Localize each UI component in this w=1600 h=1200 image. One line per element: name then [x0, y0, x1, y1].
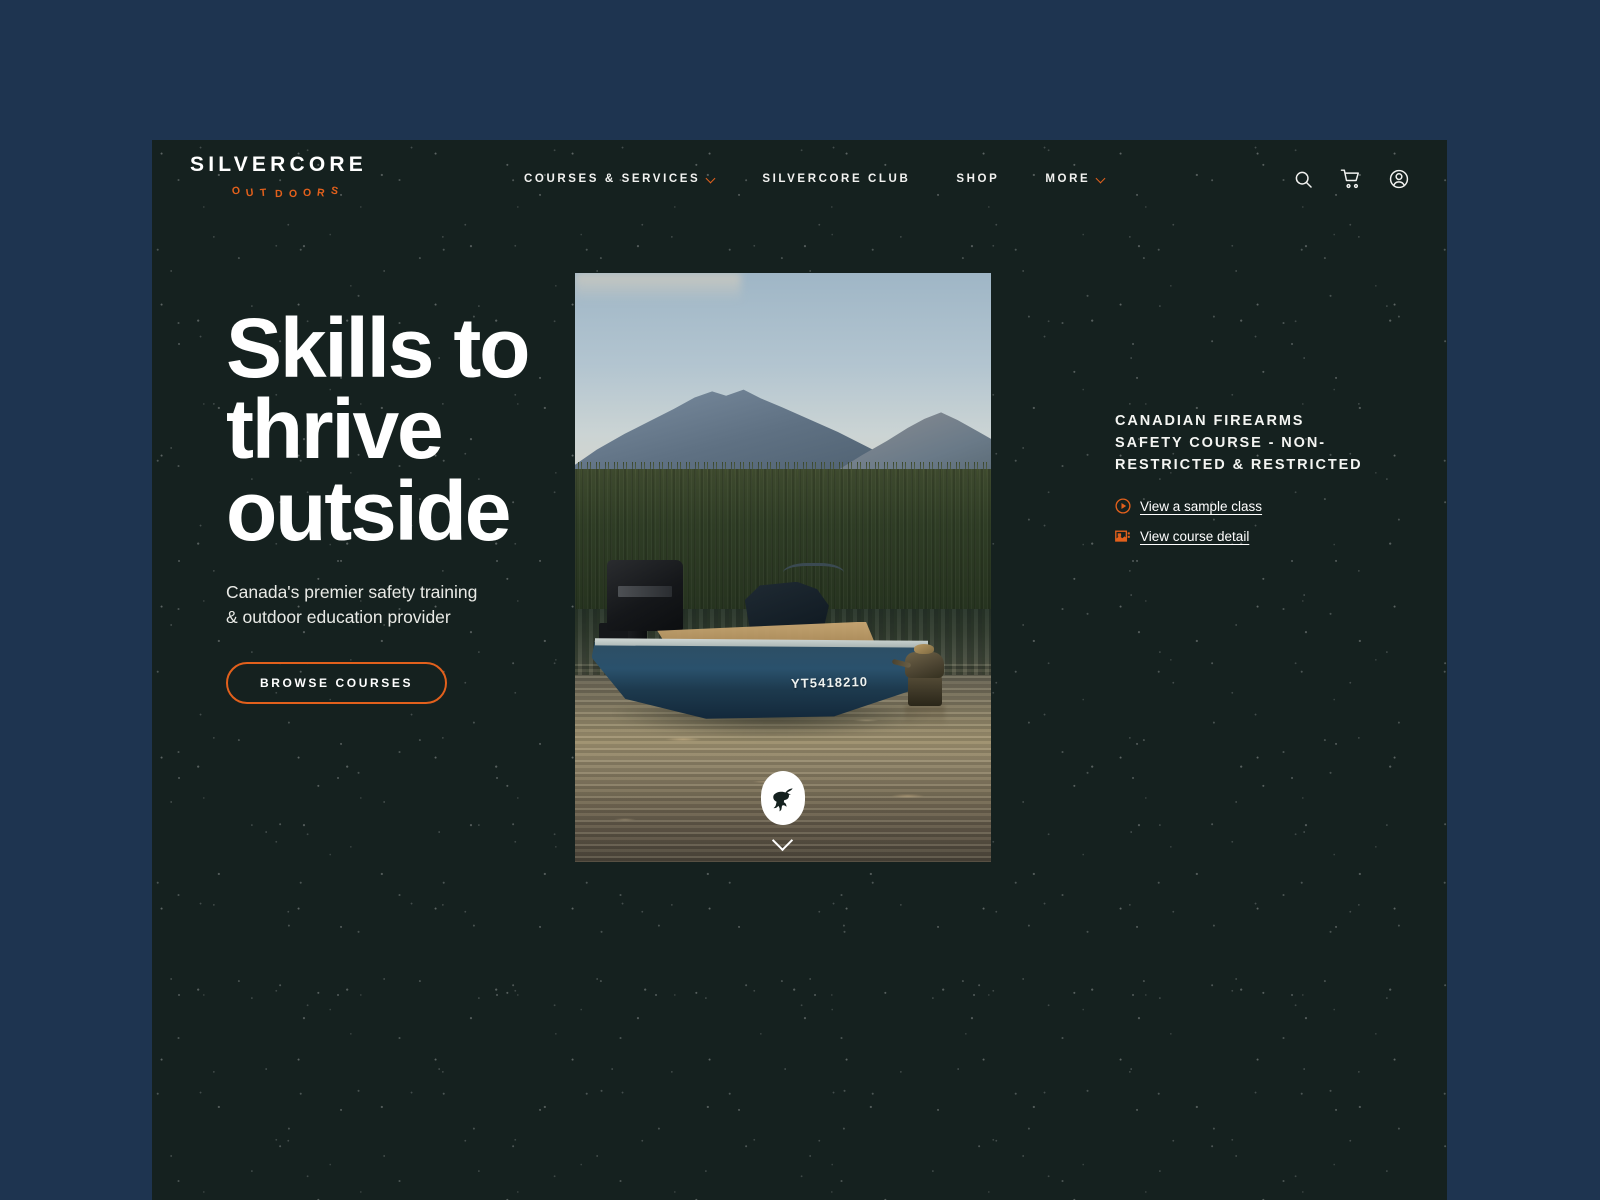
- search-icon[interactable]: [1291, 167, 1315, 191]
- course-detail-icon: [1115, 528, 1131, 544]
- hero-text-block: Skills to thrive outside Canada's premie…: [226, 301, 666, 705]
- site-logo[interactable]: SILVERCORE OUTDOORS: [190, 154, 390, 206]
- view-course-detail-link[interactable]: View course detail: [1115, 528, 1365, 544]
- page-canvas: SILVERCORE OUTDOORS COURSES & SERVICES S…: [0, 0, 1600, 1200]
- play-circle-icon: [1115, 498, 1131, 514]
- logo-tagline-letter: D: [274, 187, 283, 201]
- scroll-down-chevron-icon[interactable]: [770, 833, 796, 849]
- logo-tagline-letter: U: [245, 186, 255, 200]
- photo-angler-torso: [905, 652, 944, 678]
- browse-courses-button[interactable]: BROWSE COURSES: [226, 662, 448, 705]
- primary-nav: COURSES & SERVICES SILVERCORE CLUB SHOP …: [524, 140, 1106, 218]
- logo-tagline-letter: S: [330, 184, 340, 198]
- photo-angler-legs: [908, 675, 943, 707]
- logo-tagline-letter: T: [259, 187, 268, 200]
- nav-item-label: SILVERCORE CLUB: [762, 173, 911, 185]
- nav-item-label: SHOP: [956, 173, 1000, 185]
- nav-item-courses-and-services[interactable]: COURSES & SERVICES: [524, 173, 716, 185]
- logo-tagline: OUTDOORS: [226, 180, 386, 200]
- logo-tagline-letter: O: [302, 187, 312, 200]
- nav-item-label: MORE: [1045, 173, 1091, 185]
- header-actions: [1291, 140, 1411, 218]
- view-sample-class-link[interactable]: View a sample class: [1115, 498, 1365, 514]
- photo-boat-registration: YT5418210: [790, 674, 868, 692]
- logo-wordmark: SILVERCORE: [190, 153, 367, 176]
- logo-tagline-letter: O: [230, 184, 242, 198]
- hero-subheading: Canada's premier safety training & outdo…: [226, 582, 478, 628]
- chevron-down-icon: [707, 174, 716, 183]
- nav-item-shop[interactable]: SHOP: [956, 173, 999, 185]
- photo-angler-head: [913, 644, 935, 655]
- account-icon[interactable]: [1387, 167, 1411, 191]
- nav-item-more[interactable]: MORE: [1045, 173, 1106, 185]
- photo-mountain-haze: [575, 273, 742, 303]
- site-header: SILVERCORE OUTDOORS COURSES & SERVICES S…: [152, 140, 1447, 218]
- course-link-label: View a sample class: [1140, 498, 1263, 514]
- chevron-down-icon: [1097, 174, 1106, 183]
- featured-course-card: CANADIAN FIREARMS SAFETY COURSE - NON-RE…: [1115, 410, 1365, 544]
- logo-tagline-letter: R: [316, 186, 326, 200]
- hero-heading: Skills to thrive outside: [226, 301, 530, 558]
- nav-item-silvercore-club[interactable]: SILVERCORE CLUB: [762, 173, 910, 185]
- cart-icon[interactable]: [1339, 167, 1363, 191]
- photo-angler-reflection: [905, 705, 946, 731]
- mountain-goat-badge-icon: [761, 770, 805, 825]
- nav-item-label: COURSES & SERVICES: [524, 173, 701, 185]
- logo-tagline-letter: O: [288, 187, 298, 201]
- course-title: CANADIAN FIREARMS SAFETY COURSE - NON-RE…: [1115, 413, 1363, 474]
- site-panel: SILVERCORE OUTDOORS COURSES & SERVICES S…: [152, 140, 1447, 1200]
- photo-angler: [890, 644, 959, 731]
- course-link-label: View course detail: [1140, 528, 1250, 544]
